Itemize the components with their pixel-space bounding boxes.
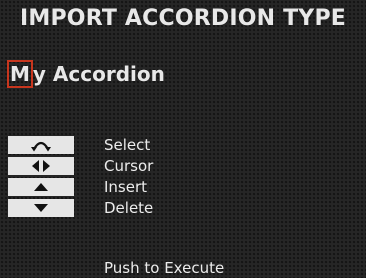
cursor-character: M bbox=[10, 62, 30, 86]
legend-row-cursor: Cursor bbox=[8, 157, 308, 179]
text-cursor: M bbox=[7, 60, 33, 88]
down-arrow-icon bbox=[34, 204, 48, 212]
insert-label: Insert bbox=[104, 178, 148, 196]
delete-key[interactable] bbox=[8, 199, 74, 217]
select-key[interactable] bbox=[8, 136, 74, 154]
legend-row-delete: Delete bbox=[8, 199, 308, 221]
page-title: IMPORT ACCORDION TYPE bbox=[20, 6, 346, 31]
up-arrow-icon bbox=[34, 183, 48, 191]
legend-row-select: Select bbox=[8, 136, 308, 158]
legend-row-insert: Insert bbox=[8, 178, 308, 200]
left-right-arrows-icon bbox=[32, 160, 50, 172]
push-to-execute-label: Push to Execute bbox=[104, 259, 225, 277]
import-accordion-screen: IMPORT ACCORDION TYPE My Accordion Selec… bbox=[0, 0, 366, 277]
cursor-key[interactable] bbox=[8, 157, 74, 175]
select-label: Select bbox=[104, 136, 151, 154]
accordion-name-field[interactable]: My Accordion bbox=[7, 59, 165, 89]
cursor-label: Cursor bbox=[104, 157, 154, 175]
accordion-name-text: y Accordion bbox=[32, 62, 165, 86]
rotate-icon bbox=[31, 141, 51, 152]
delete-label: Delete bbox=[104, 199, 154, 217]
insert-key[interactable] bbox=[8, 178, 74, 196]
